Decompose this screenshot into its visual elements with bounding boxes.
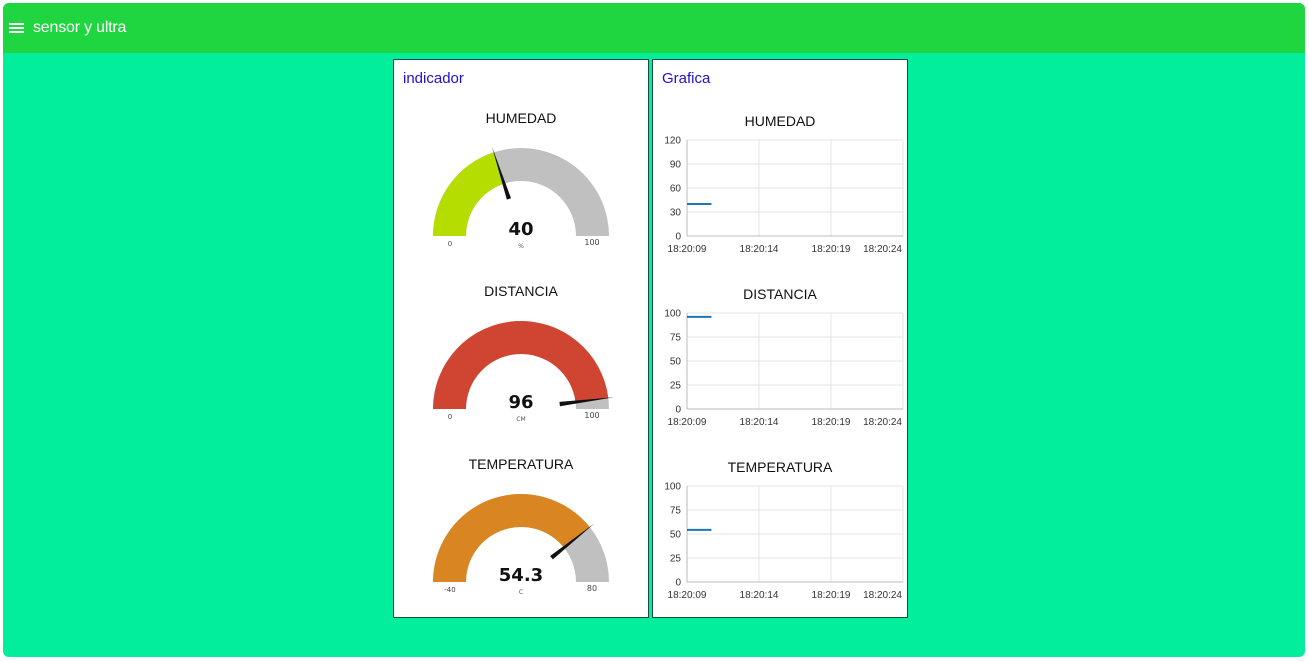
- gauge-min-label-temperatura: -40: [444, 586, 455, 594]
- chart-title-distancia: DISTANCIA: [743, 286, 817, 302]
- card-title-indicador: indicador: [403, 70, 464, 87]
- gauge-unit-distancia: CM: [516, 416, 525, 423]
- chart-x-tick-label: 18:20:19: [812, 244, 851, 255]
- chart-y-tick-label: 60: [670, 184, 682, 195]
- gauge-humedad: 40% 0 100: [433, 146, 609, 250]
- chart-x-tick-label: 18:20:09: [668, 590, 707, 601]
- chart-y-tick-label: 25: [670, 381, 682, 392]
- gauge-max-label-distancia: 100: [584, 411, 599, 420]
- chart-x-tick-label: 18:20:14: [740, 417, 779, 428]
- gauge-value-temperatura: 54.3: [499, 565, 543, 586]
- gauge-title-humedad: HUMEDAD: [485, 110, 557, 126]
- chart-y-tick-label: 120: [664, 136, 681, 147]
- chart-y-tick-label: 0: [675, 405, 681, 416]
- chart-humedad: 120 90 60 30 018:20:09 18:20:14 18:20:19 18:20:…: [664, 136, 904, 255]
- chart-distancia: 100 75 50 25 018:20:09 18:20:14 18:20:19 18:20:…: [664, 309, 904, 428]
- chart-title-temperatura: TEMPERATURA: [727, 459, 833, 475]
- chart-x-tick-label: 18:20:24: [863, 590, 902, 601]
- chart-y-tick-label: 75: [670, 506, 682, 517]
- chart-y-tick-label: 0: [675, 232, 681, 243]
- gauge-max-label-temperatura: 80: [587, 584, 597, 593]
- dashboard: sensor y ultra indicador HUMEDAD 40% 0 100…: [3, 3, 1305, 657]
- chart-x-tick-label: 18:20:09: [668, 244, 707, 255]
- chart-y-tick-label: 75: [670, 333, 682, 344]
- gauge-unit-humedad: %: [518, 243, 524, 250]
- chart-y-tick-label: 50: [670, 357, 682, 368]
- gauge-title-temperatura: TEMPERATURA: [468, 456, 574, 472]
- gauge-min-label-humedad: 0: [448, 240, 452, 248]
- card-grafica: Grafica HUMEDAD 120 90 60 30 0 18:20:09 18:20:…: [652, 59, 908, 618]
- chart-x-tick-label: 18:20:24: [863, 417, 902, 428]
- chart-x-tick-label: 18:20:19: [812, 417, 851, 428]
- chart-y-tick-label: 100: [664, 309, 681, 320]
- chart-y-tick-label: 100: [664, 482, 681, 493]
- gauge-distancia: 96 CM 0 100: [433, 321, 615, 423]
- chart-x-tick-label: 18:20:09: [668, 417, 707, 428]
- chart-x-tick-label: 18:20:19: [812, 590, 851, 601]
- gauge-value-distancia: 96: [508, 392, 533, 413]
- gauge-temperatura: 54.3 C -40 80: [433, 494, 609, 596]
- chart-title-humedad: HUMEDAD: [744, 113, 816, 129]
- chart-temperatura: 100 75 50 25 018:20:09 18:20:14 18:20:19 18:20:…: [664, 482, 904, 601]
- chart-x-tick-label: 18:20:14: [740, 244, 779, 255]
- gauge-max-label-humedad: 100: [584, 238, 599, 247]
- app-title: sensor y ultra: [33, 19, 127, 36]
- chart-y-tick-label: 90: [670, 160, 682, 171]
- gauge-unit-temperatura: C: [519, 589, 523, 596]
- card-indicador: indicador HUMEDAD 40% 0 100 DISTANCIA 96 CM…: [393, 59, 649, 618]
- chart-y-tick-label: 0: [675, 578, 681, 589]
- chart-y-tick-label: 50: [670, 530, 682, 541]
- gauge-value-humedad: 40: [508, 219, 533, 240]
- gauge-fill-humedad: [433, 152, 505, 236]
- toolbar: sensor y ultra: [3, 3, 1305, 53]
- chart-x-tick-label: 18:20:24: [863, 244, 902, 255]
- gauge-title-distancia: DISTANCIA: [484, 283, 558, 299]
- chart-y-tick-label: 25: [670, 554, 682, 565]
- card-title-grafica: Grafica: [662, 70, 711, 87]
- gauge-min-label-distancia: 0: [448, 413, 452, 421]
- hamburger-menu-icon[interactable]: [9, 21, 25, 35]
- chart-y-tick-label: 30: [670, 208, 682, 219]
- chart-x-tick-label: 18:20:14: [740, 590, 779, 601]
